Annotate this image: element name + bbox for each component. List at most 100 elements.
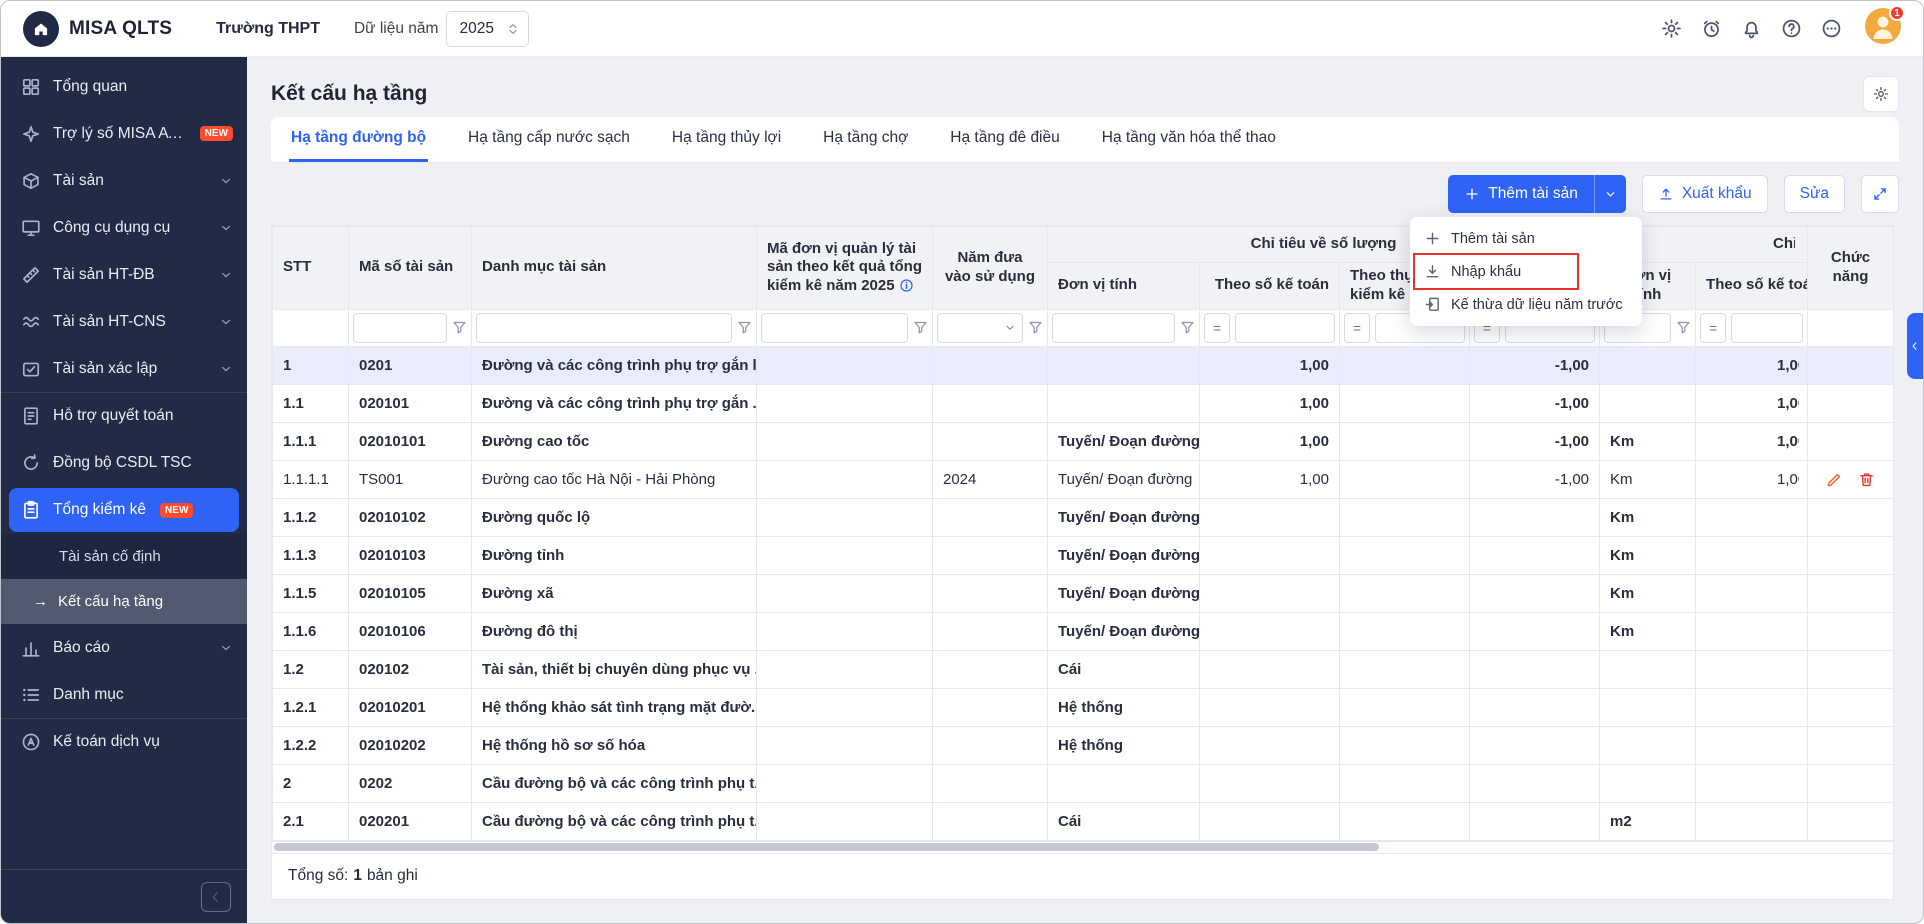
cell-qty_actual [1340,726,1470,764]
filter-operator[interactable]: = [1204,313,1230,343]
sidebar-item-tro-ly-so-misa-ava[interactable]: Trợ lý số MISA AVANEW [1,110,247,157]
sidebar-item-ket-cau-ha-tang[interactable]: →Kết cấu hạ tầng [1,579,247,624]
filter-icon[interactable] [1676,320,1691,335]
filter-unit-code-input[interactable] [761,313,908,343]
table-row[interactable]: 1.2020102Tài sản, thiết bị chuyên dùng p… [273,650,1894,688]
sidebar-item-ho-tro-quyet-toan[interactable]: Hỗ trợ quyết toán [1,392,247,439]
bell-icon[interactable] [1741,18,1762,39]
toolbar: Thêm tài sản Xuất khẩu Sửa [271,163,1899,225]
tab-1[interactable]: Hạ tầng đường bộ [289,117,428,162]
cell-qty_actual [1340,764,1470,802]
cell-stt: 1.1.2 [273,498,349,536]
tab-3[interactable]: Hạ tầng thủy lợi [670,117,783,162]
table-row[interactable]: 20202Cầu đường bộ và các công trình phụ … [273,764,1894,802]
settings-icon[interactable] [1661,18,1682,39]
header-stt[interactable]: STT [273,227,349,310]
cell-unit [1048,764,1200,802]
filter-icon[interactable] [737,320,752,335]
table-row[interactable]: 1.1.102010101Đường cao tốcTuyến/ Đoạn đư… [273,422,1894,460]
add-asset-button-main[interactable]: Thêm tài sản [1448,175,1594,213]
tab-2[interactable]: Hạ tầng cấp nước sạch [466,117,632,162]
total-suffix: bản ghi [367,867,418,885]
menu-item-1[interactable]: Thêm tài sản [1410,222,1642,255]
expand-button[interactable] [1861,175,1899,213]
table-row[interactable]: 1.1.602010106Đường đô thịTuyến/ Đoạn đườ… [273,612,1894,650]
sidebar-item-tong-kiem-ke[interactable]: Tổng kiểm kêNEW [9,488,239,532]
header-qty-acct[interactable]: Theo số kế toán [1200,263,1340,310]
filter-operator[interactable]: = [1700,313,1726,343]
header-name[interactable]: Danh mục tài sản [472,227,757,310]
cell-func [1808,346,1894,384]
year-select[interactable]: 2025 [446,11,528,47]
sidebar-item-cong-cu-dung-cu[interactable]: Công cụ dụng cụ [1,204,247,251]
menu-item-3[interactable]: Kế thừa dữ liệu năm trước [1410,288,1642,321]
header-unit[interactable]: Đơn vị tính [1048,263,1200,310]
filter-icon[interactable] [1028,320,1043,335]
filter-name-input[interactable] [476,313,732,343]
delete-row-button[interactable] [1858,471,1875,488]
year-stepper-icon[interactable] [506,20,520,38]
filter-val-acct-input[interactable] [1731,313,1803,343]
avatar[interactable]: 1 [1865,8,1901,49]
filter-qty-acct-input[interactable] [1235,313,1335,343]
table-row[interactable]: 2.1020201Cầu đường bộ và các công trình … [273,802,1894,840]
sidebar-item-tai-san-xac-lap[interactable]: Tài sản xác lập [1,345,247,392]
table-row[interactable]: 1.1.1.1TS001Đường cao tốc Hà Nội - Hải P… [273,460,1894,498]
year-value: 2025 [459,20,493,38]
table-row[interactable]: 1.2.102010201Hệ thống khảo sát tình trạn… [273,688,1894,726]
cell-year [933,498,1048,536]
scrollbar-thumb[interactable] [274,843,1379,851]
side-panel-handle[interactable] [1907,313,1923,379]
page-settings-button[interactable] [1863,76,1899,112]
more-icon[interactable] [1821,18,1842,39]
filter-icon[interactable] [913,320,928,335]
cell-val_acct: 1,00 [1696,460,1808,498]
edit-row-button[interactable] [1826,471,1843,488]
sidebar-item-dong-bo-csdl-tsc[interactable]: Đồng bộ CSDL TSC [1,439,247,486]
filter-operator[interactable]: = [1344,313,1370,343]
horizontal-scrollbar[interactable] [272,841,1893,853]
menu-item-label: Kế thừa dữ liệu năm trước [1451,297,1623,313]
header-unit-code[interactable]: Mã đơn vị quản lý tài sản theo kết quả t… [757,227,933,310]
filter-year-select[interactable] [937,313,1023,343]
cell-unit2 [1600,764,1696,802]
sidebar-item-ke-toan-dich-vu[interactable]: Kế toán dịch vụ [1,718,247,765]
header-year[interactable]: Năm đưa vào sử dụng [933,227,1048,310]
table-row[interactable]: 1.1.202010102Đường quốc lộTuyến/ Đoạn đư… [273,498,1894,536]
sidebar-item-tai-san-ht-db[interactable]: Tài sản HT-ĐB [1,251,247,298]
edit-button[interactable]: Sửa [1784,175,1845,213]
reminder-icon[interactable] [1701,18,1722,39]
sidebar-item-tai-san-co-dinh[interactable]: Tài sản cố định [1,534,247,579]
page-header: Kết cấu hạ tầng [271,71,1899,117]
filter-code-input[interactable] [353,313,447,343]
sidebar-item-bao-cao[interactable]: Báo cáo [1,624,247,671]
cell-code: 020101 [349,384,472,422]
filter-cell-unit [1048,309,1200,346]
menu-item-2[interactable]: Nhập khẩu [1410,255,1642,288]
sidebar-collapse-button[interactable] [201,882,231,912]
filter-icon[interactable] [1180,320,1195,335]
header-val-acct[interactable]: Theo số kế toán [1696,263,1808,310]
tab-4[interactable]: Hạ tầng chợ [821,117,910,162]
sidebar-item-tong-quan[interactable]: Tổng quan [1,63,247,110]
export-button[interactable]: Xuất khẩu [1642,175,1768,213]
table-row[interactable]: 1.1.302010103Đường tỉnhTuyến/ Đoạn đường… [273,536,1894,574]
tab-5[interactable]: Hạ tầng đê điều [948,117,1061,162]
add-asset-button[interactable]: Thêm tài sản [1448,175,1626,213]
add-asset-dropdown-toggle[interactable] [1594,175,1626,213]
info-icon[interactable] [899,278,914,293]
table-row[interactable]: 1.1020101Đường và các công trình phụ trợ… [273,384,1894,422]
table-row[interactable]: 1.2.202010202Hệ thống hồ sơ số hóaHệ thố… [273,726,1894,764]
table-row[interactable]: 10201Đường và các công trình phụ trợ gắn… [273,346,1894,384]
tab-6[interactable]: Hạ tầng văn hóa thể thao [1100,117,1278,162]
header-code[interactable]: Mã số tài sản [349,227,472,310]
filter-icon[interactable] [452,320,467,335]
sidebar-item-tai-san[interactable]: Tài sản [1,157,247,204]
sidebar-item-tai-san-ht-cns[interactable]: Tài sản HT-CNS [1,298,247,345]
table-row[interactable]: 1.1.502010105Đường xãTuyến/ Đoạn đườngKm [273,574,1894,612]
filter-unit-input[interactable] [1052,313,1175,343]
help-icon[interactable] [1781,18,1802,39]
sidebar-item-danh-muc[interactable]: Danh mục [1,671,247,718]
assets-icon [21,171,41,191]
brand[interactable]: MISA QLTS [23,11,172,47]
